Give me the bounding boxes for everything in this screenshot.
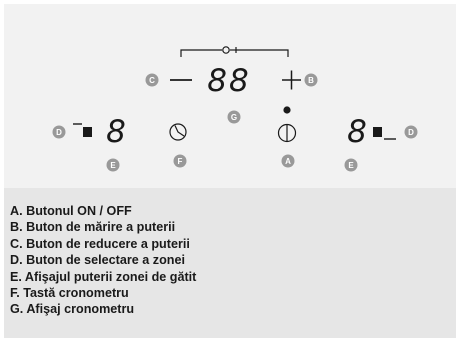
power-indicator-dot	[283, 106, 291, 114]
legend-item-e: E. Afişajul puterii zonei de gătit	[10, 269, 197, 284]
badge-a-label: A	[285, 157, 291, 166]
legend-item-f: F. Tastă cronometru	[10, 286, 129, 301]
zone-square-icon-right	[373, 127, 382, 137]
legend: A. Butonul ON / OFF B. Buton de mărire a…	[4, 188, 456, 338]
legend-item-a: A. Butonul ON / OFF	[10, 204, 132, 218]
legend-item-c: C. Buton de reducere a puterii	[10, 236, 190, 251]
timer-bracket	[180, 46, 289, 57]
timer-key[interactable]	[169, 123, 187, 141]
legend-item-b: B. Buton de mărire a puterii	[10, 220, 176, 235]
legend-item-g: G. Afişaj cronometru	[10, 302, 135, 317]
badge-e-right-label: E	[348, 161, 354, 170]
zone-display-left: 8	[106, 114, 126, 150]
badge-f-label: F	[178, 157, 183, 166]
zone-select-button-left[interactable]	[73, 123, 92, 137]
on-off-button[interactable]	[277, 123, 297, 143]
legend-item-d: D. Buton de selectare a zonei	[10, 253, 185, 268]
legend-list: A. Butonul ON / OFF B. Buton de mărire a…	[10, 203, 196, 318]
badge-d-right-label: D	[408, 128, 414, 137]
badge-c-label: C	[149, 76, 155, 85]
zone-display-right: 8	[347, 114, 367, 150]
badge-g-label: G	[231, 113, 237, 122]
timer-display: 88	[207, 63, 250, 99]
increase-power-button[interactable]	[282, 70, 301, 90]
zone-square-icon-left	[83, 127, 92, 137]
zone-select-button-right[interactable]	[373, 127, 396, 140]
badge-b-label: B	[308, 76, 314, 85]
badge-e-left-label: E	[110, 161, 116, 170]
badge-d-left-label: D	[56, 128, 62, 137]
